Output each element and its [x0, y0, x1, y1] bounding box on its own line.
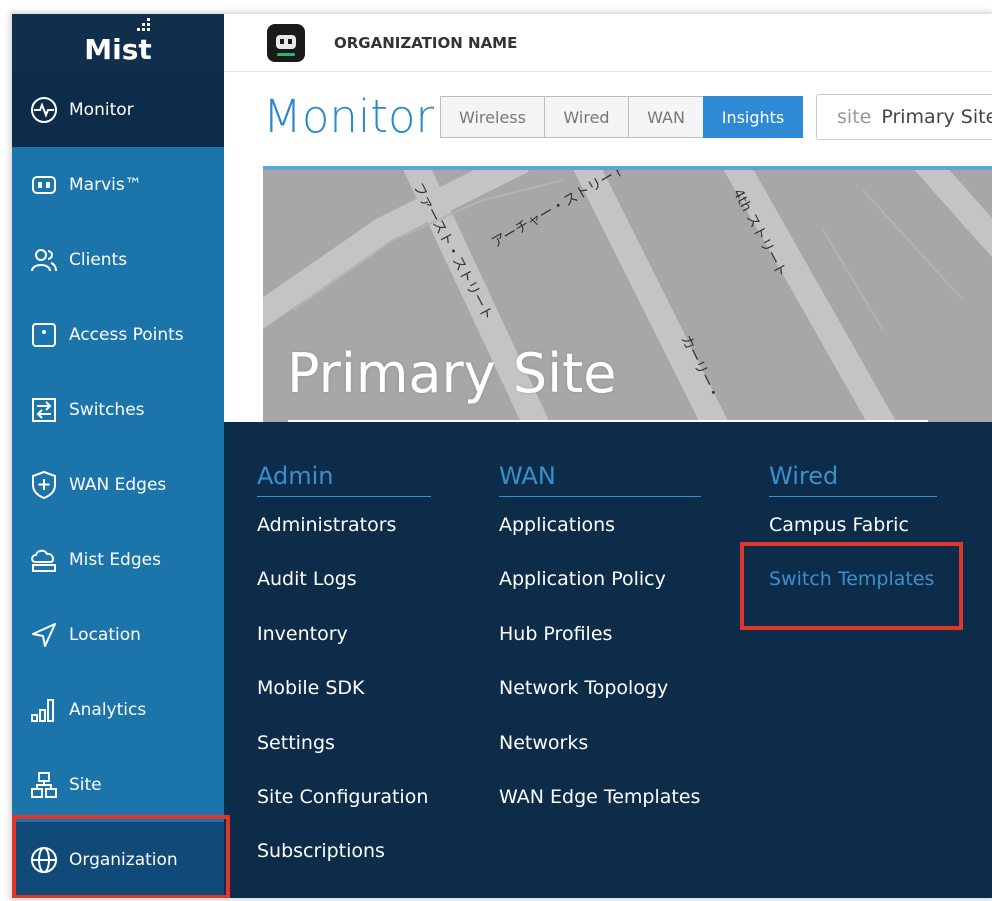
monitor-tab-group: Wireless Wired WAN Insights — [440, 96, 803, 138]
tab-wired[interactable]: Wired — [544, 96, 629, 138]
wan-edge-icon — [28, 469, 60, 501]
menu-item-administrators[interactable]: Administrators — [257, 514, 396, 536]
menu-item-subscriptions[interactable]: Subscriptions — [257, 840, 385, 862]
analytics-icon — [28, 694, 60, 726]
map-site-title: Primary Site — [287, 342, 617, 405]
menu-item-application-policy[interactable]: Application Policy — [499, 568, 666, 590]
menu-item-network-topology[interactable]: Network Topology — [499, 677, 668, 699]
sidebar-item-label: Access Points — [69, 324, 184, 345]
clients-icon — [28, 244, 60, 276]
sidebar: Mist Monitor Marvis™ Clients Access Poin — [12, 14, 224, 898]
monitor-icon — [28, 94, 60, 126]
sidebar-item-label: Clients — [69, 249, 128, 270]
sidebar-item-wan-edges[interactable]: WAN Edges — [12, 447, 224, 522]
menu-heading-wan: WAN — [499, 462, 701, 497]
logo[interactable]: Mist — [12, 14, 224, 72]
menu-item-wan-edge-templates[interactable]: WAN Edge Templates — [499, 786, 700, 808]
menu-item-inventory[interactable]: Inventory — [257, 623, 348, 645]
mist-edge-icon — [28, 544, 60, 576]
menu-item-mobile-sdk[interactable]: Mobile SDK — [257, 677, 365, 699]
sidebar-item-switches[interactable]: Switches — [12, 372, 224, 447]
sidebar-item-analytics[interactable]: Analytics — [12, 672, 224, 747]
menu-item-site-configuration[interactable]: Site Configuration — [257, 786, 428, 808]
sidebar-item-label: Mist Edges — [69, 549, 161, 570]
site-selector[interactable]: site Primary Site — [816, 94, 992, 140]
logo-text: Mist — [84, 32, 152, 66]
sidebar-item-access-points[interactable]: Access Points — [12, 297, 224, 372]
tab-insights[interactable]: Insights — [703, 96, 803, 138]
site-selector-value: Primary Site — [881, 106, 992, 128]
switch-icon — [28, 394, 60, 426]
site-map[interactable]: ファースト・ストリート アーチャー・ストリート 4th ストリート カーリー・ … — [263, 166, 992, 440]
menu-item-networks[interactable]: Networks — [499, 732, 588, 754]
marvis-icon — [28, 169, 60, 201]
menu-item-hub-profiles[interactable]: Hub Profiles — [499, 623, 612, 645]
site-selector-label: site — [837, 106, 872, 128]
organization-menu: Admin Administrators Audit Logs Inventor… — [224, 422, 992, 898]
menu-heading-wired: Wired — [769, 462, 937, 497]
sidebar-item-marvis[interactable]: Marvis™ — [12, 147, 224, 222]
menu-item-audit-logs[interactable]: Audit Logs — [257, 568, 357, 590]
menu-item-applications[interactable]: Applications — [499, 514, 615, 536]
sidebar-item-label: WAN Edges — [69, 474, 167, 495]
menu-item-switch-templates[interactable]: Switch Templates — [769, 568, 934, 590]
sidebar-item-clients[interactable]: Clients — [12, 222, 224, 297]
sidebar-item-label: Marvis™ — [69, 174, 142, 195]
sidebar-item-location[interactable]: Location — [12, 597, 224, 672]
menu-item-settings[interactable]: Settings — [257, 732, 335, 754]
site-icon — [28, 769, 60, 801]
location-icon — [28, 619, 60, 651]
menu-heading-admin: Admin — [257, 462, 431, 497]
access-point-icon — [28, 319, 60, 351]
tab-wan[interactable]: WAN — [628, 96, 704, 138]
globe-icon — [28, 844, 60, 876]
top-bar: ORGANIZATION NAME — [224, 14, 992, 72]
sidebar-item-mist-edges[interactable]: Mist Edges — [12, 522, 224, 597]
sidebar-item-label: Analytics — [69, 699, 147, 720]
sidebar-item-label: Switches — [69, 399, 145, 420]
sidebar-item-organization[interactable]: Organization — [12, 822, 224, 897]
organization-name[interactable]: ORGANIZATION NAME — [334, 34, 517, 52]
menu-item-campus-fabric[interactable]: Campus Fabric — [769, 514, 909, 536]
page-title: Monitor — [263, 90, 435, 143]
sidebar-item-label: Site — [69, 774, 102, 795]
app-window: Mist Monitor Marvis™ Clients Access Poin — [12, 14, 992, 898]
sidebar-item-label: Organization — [69, 849, 178, 870]
sidebar-item-label: Location — [69, 624, 141, 645]
tab-wireless[interactable]: Wireless — [440, 96, 545, 138]
sidebar-item-label: Monitor — [69, 99, 134, 120]
sidebar-item-monitor[interactable]: Monitor — [12, 72, 224, 147]
organization-avatar-icon[interactable] — [267, 23, 305, 62]
sidebar-item-site[interactable]: Site — [12, 747, 224, 822]
